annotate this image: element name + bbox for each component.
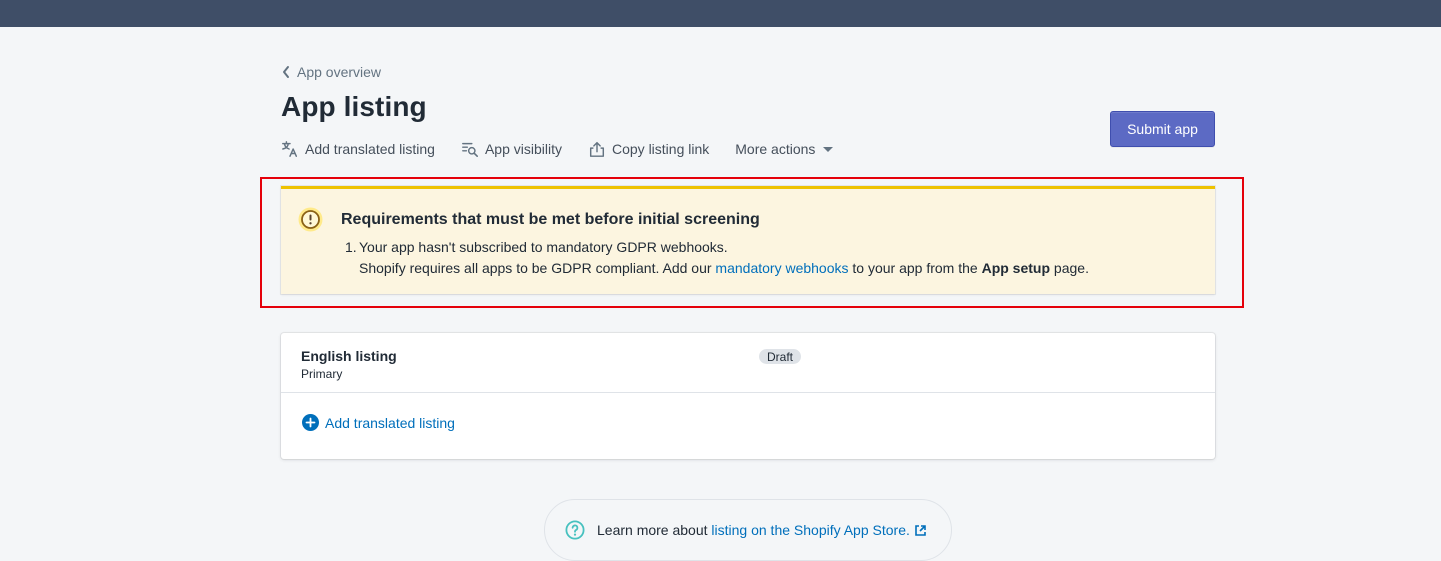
translate-icon — [282, 141, 298, 157]
app-store-listing-link-label[interactable]: listing on the Shopify App Store. — [711, 522, 909, 538]
submit-app-button[interactable]: Submit app — [1110, 111, 1215, 147]
secondary-actions: Add translated listing App visibility Co… — [281, 138, 834, 160]
footer-help-text: Learn more about listing on the Shopify … — [597, 522, 926, 538]
app-visibility-action[interactable]: App visibility — [461, 140, 562, 158]
more-actions-dropdown[interactable]: More actions — [735, 141, 834, 157]
footer-help: Learn more about listing on the Shopify … — [544, 499, 952, 561]
listing-row[interactable]: English listing Primary Draft — [281, 333, 1215, 393]
breadcrumb[interactable]: App overview — [281, 64, 381, 80]
page-title: App listing — [281, 91, 427, 122]
circle-plus-icon — [302, 414, 319, 431]
app-visibility-label: App visibility — [484, 141, 562, 157]
breadcrumb-label[interactable]: App overview — [297, 64, 381, 80]
top-bar — [0, 0, 1441, 27]
external-link-icon — [915, 524, 926, 536]
add-translated-listing-label: Add translated listing — [305, 141, 435, 157]
listing-subtitle: Primary — [301, 367, 343, 381]
search-list-icon — [462, 142, 478, 158]
copy-listing-link-action[interactable]: Copy listing link — [588, 140, 709, 158]
listings-card: English listing Primary Draft Add transl… — [281, 333, 1215, 459]
question-circle-icon — [565, 520, 585, 540]
footer-prefix: Learn more about — [597, 522, 712, 538]
caret-down-icon — [823, 147, 834, 152]
share-icon — [589, 141, 605, 157]
more-actions-label: More actions — [735, 141, 816, 157]
chevron-left-icon — [283, 66, 289, 78]
listing-name[interactable]: English listing — [301, 348, 397, 364]
app-store-listing-link[interactable]: listing on the Shopify App Store. — [711, 522, 926, 538]
add-translated-listing-action[interactable]: Add translated listing — [281, 140, 435, 158]
add-translated-listing-link-label[interactable]: Add translated listing — [325, 415, 455, 431]
copy-listing-link-label: Copy listing link — [612, 141, 710, 157]
highlight-box — [260, 177, 1244, 308]
status-badge: Draft — [758, 348, 803, 365]
add-translated-listing-link[interactable]: Add translated listing — [302, 414, 455, 431]
